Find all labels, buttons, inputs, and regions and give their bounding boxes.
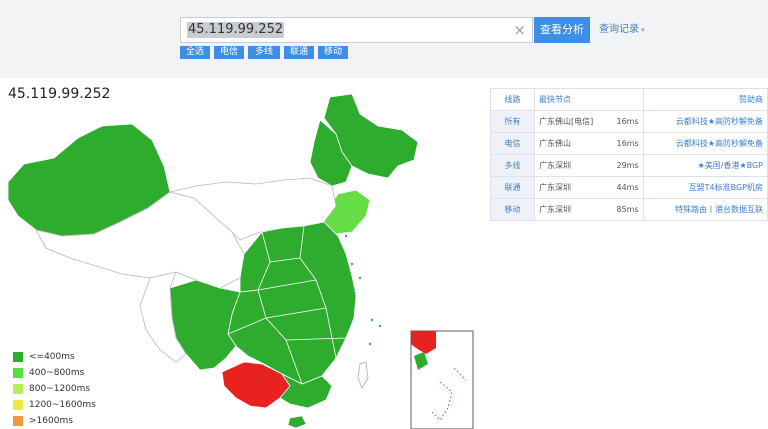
header-fastest-node: 最快节点 [534, 88, 644, 111]
row-latency: 16ms [612, 132, 644, 155]
chip-mobile[interactable]: 移动 [318, 46, 348, 59]
clear-icon[interactable]: × [513, 20, 526, 40]
header-sponsor: 赞助商 [642, 88, 768, 111]
region-hainan[interactable] [287, 415, 307, 429]
legend-swatch [13, 368, 23, 378]
sponsor-link[interactable]: 云都科技★高防秒解免备 [642, 132, 768, 155]
table-row: 移动 广东深圳 85ms 特殊路由丨港台数据互联 [490, 198, 768, 221]
fastest-node-table: 线路 最快节点 赞助商 所有 广东佛山[电信] 16ms 云都科技★高防秒解免备… [490, 88, 768, 221]
legend-item: 400~800ms [13, 365, 96, 381]
legend-label: 400~800ms [29, 368, 85, 378]
legend-swatch [13, 400, 23, 410]
table-row: 所有 广东佛山[电信] 16ms 云都科技★高防秒解免备 [490, 110, 768, 133]
search-input[interactable]: 45.119.99.252 × [180, 17, 533, 43]
table-row: 多线 广东深圳 29ms ★美国/香港★BGP [490, 154, 768, 177]
row-line: 联通 [490, 176, 535, 199]
row-latency: 85ms [612, 198, 644, 221]
row-line: 移动 [490, 198, 535, 221]
history-label: 查询记录 [599, 24, 639, 35]
chevron-down-icon: ▾ [641, 26, 645, 34]
region-taiwan [357, 361, 369, 389]
chip-unicom[interactable]: 联通 [284, 46, 314, 59]
chip-telecom[interactable]: 电信 [214, 46, 244, 59]
row-node: 广东深圳 [534, 154, 613, 177]
query-button[interactable]: 查看分析 [534, 17, 590, 43]
legend-swatch [13, 384, 23, 394]
region-central-east[interactable] [227, 221, 357, 385]
row-node: 广东佛山 [534, 132, 613, 155]
line-filter-chips: 全选 电信 多线 联通 移动 [180, 46, 348, 59]
sponsor-link[interactable]: 云都科技★高防秒解免备 [642, 110, 768, 133]
row-latency: 44ms [612, 176, 644, 199]
latency-legend: <=400ms 400~800ms 800~1200ms 1200~1600ms… [13, 349, 96, 429]
top-bar: 45.119.99.252 × 查看分析 查询记录 ▾ 全选 电信 多线 联通 移… [0, 0, 768, 78]
legend-label: 1200~1600ms [29, 400, 96, 410]
legend-label: 800~1200ms [29, 384, 91, 394]
sponsor-link[interactable]: ★美国/香港★BGP [642, 154, 768, 177]
chip-all[interactable]: 全选 [180, 46, 210, 59]
legend-item: 1200~1600ms [13, 397, 96, 413]
sponsor-link[interactable]: 特殊路由丨港台数据互联 [642, 198, 768, 221]
sponsor-link[interactable]: 互盟T4标准BGP机房 [642, 176, 768, 199]
legend-item: <=400ms [13, 349, 96, 365]
row-line: 电信 [490, 132, 535, 155]
row-latency: 16ms [612, 110, 644, 133]
legend-label: >1600ms [29, 416, 73, 426]
header-line: 线路 [490, 88, 535, 111]
table-header-row: 线路 最快节点 赞助商 [490, 88, 768, 111]
search-input-value[interactable]: 45.119.99.252 [187, 22, 285, 38]
chip-multiline[interactable]: 多线 [248, 46, 280, 59]
row-node: 广东佛山[电信] [534, 110, 613, 133]
legend-item: 800~1200ms [13, 381, 96, 397]
legend-swatch [13, 352, 23, 362]
table-row: 联通 广东深圳 44ms 互盟T4标准BGP机房 [490, 176, 768, 199]
row-line: 所有 [490, 110, 535, 133]
legend-swatch [13, 416, 23, 426]
south-china-sea-inset [410, 330, 474, 429]
row-node: 广东深圳 [534, 176, 613, 199]
legend-label: <=400ms [29, 352, 75, 362]
legend-item: >1600ms [13, 413, 96, 429]
table-row: 电信 广东佛山 16ms 云都科技★高防秒解免备 [490, 132, 768, 155]
row-latency: 29ms [612, 154, 644, 177]
row-node: 广东深圳 [534, 198, 613, 221]
history-dropdown[interactable]: 查询记录 ▾ [599, 23, 645, 37]
row-line: 多线 [490, 154, 535, 177]
